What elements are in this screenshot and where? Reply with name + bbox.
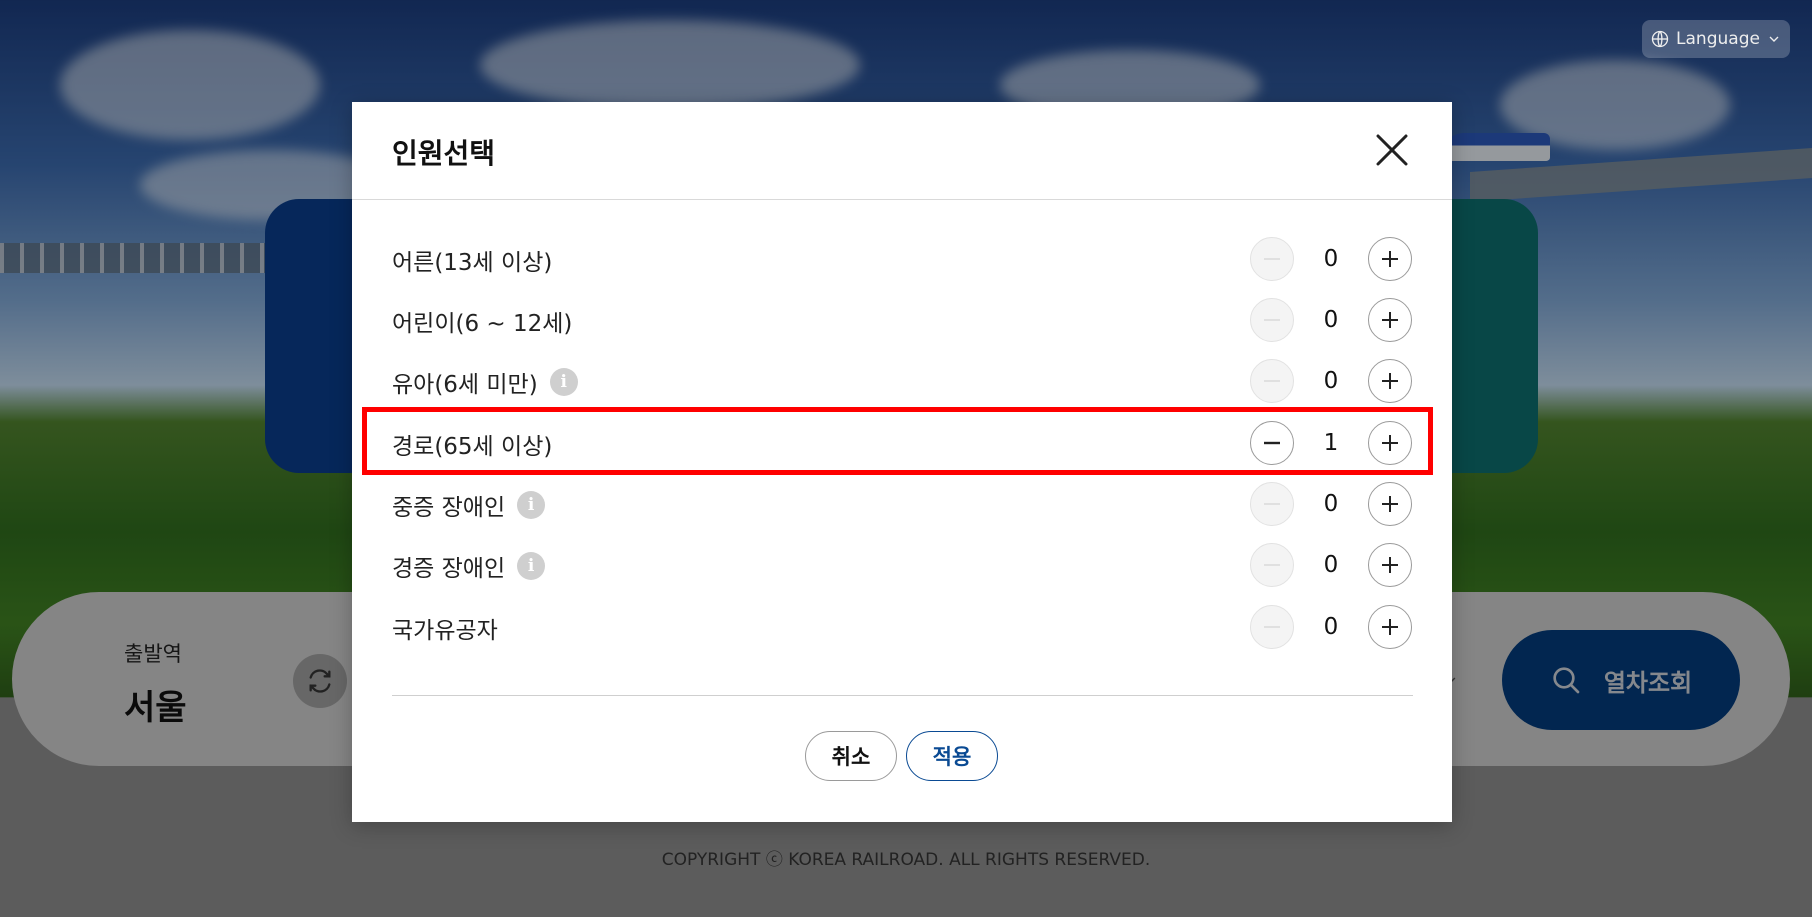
- passenger-type-label: 어린이(6 ~ 12세): [392, 311, 573, 337]
- passenger-count: 0: [1323, 491, 1339, 517]
- quantity-stepper: 0: [1250, 482, 1412, 526]
- increment-button[interactable]: [1368, 298, 1412, 342]
- passenger-count: 0: [1323, 552, 1339, 578]
- passenger-type-label: 국가유공자: [392, 618, 498, 644]
- passenger-type-label: 중증 장애인: [392, 495, 506, 521]
- cancel-button[interactable]: 취소: [805, 731, 897, 781]
- plus-icon: [1382, 312, 1398, 328]
- info-icon[interactable]: i: [549, 368, 578, 396]
- modal-header: 인원선택: [352, 102, 1452, 200]
- passenger-row-national-merit: 국가유공자 0: [392, 603, 1412, 653]
- divider: [392, 695, 1413, 696]
- language-selector[interactable]: Language: [1642, 20, 1790, 58]
- info-icon[interactable]: i: [517, 552, 546, 580]
- row-label: 경증 장애인 i: [392, 549, 546, 583]
- passenger-count: 0: [1323, 368, 1339, 394]
- modal-title: 인원선택: [392, 137, 496, 170]
- decrement-button[interactable]: [1250, 359, 1294, 403]
- minus-icon: [1264, 380, 1280, 382]
- passenger-count: 0: [1323, 614, 1339, 640]
- plus-icon: [1382, 619, 1398, 635]
- decrement-button[interactable]: [1250, 237, 1294, 281]
- minus-icon: [1264, 258, 1280, 260]
- chevron-down-icon: [1769, 36, 1779, 42]
- passenger-row-mild-disability: 경증 장애인 i 0: [392, 541, 1412, 591]
- minus-icon: [1264, 503, 1280, 505]
- passenger-selection-modal: 인원선택 어른(13세 이상) 0 어린이(6 ~ 12세) 0 유아(6세 미…: [352, 102, 1452, 822]
- passenger-row-child: 어린이(6 ~ 12세) 0: [392, 296, 1412, 346]
- row-label: 국가유공자: [392, 611, 498, 645]
- passenger-row-severe-disability: 중증 장애인 i 0: [392, 480, 1412, 530]
- increment-button[interactable]: [1368, 482, 1412, 526]
- quantity-stepper: 0: [1250, 237, 1412, 281]
- increment-button[interactable]: [1368, 237, 1412, 281]
- highlight-box: [362, 407, 1433, 475]
- quantity-stepper: 0: [1250, 605, 1412, 649]
- passenger-row-infant: 유아(6세 미만) i 0: [392, 357, 1412, 407]
- minus-icon: [1264, 319, 1280, 321]
- row-label: 유아(6세 미만) i: [392, 365, 578, 399]
- minus-icon: [1264, 564, 1280, 566]
- minus-icon: [1264, 626, 1280, 628]
- close-button[interactable]: [1370, 128, 1414, 172]
- globe-icon: [1651, 30, 1669, 48]
- row-label: 어른(13세 이상): [392, 243, 552, 277]
- plus-icon: [1382, 373, 1398, 389]
- quantity-stepper: 0: [1250, 298, 1412, 342]
- passenger-type-label: 유아(6세 미만): [392, 372, 538, 398]
- decrement-button[interactable]: [1250, 482, 1294, 526]
- increment-button[interactable]: [1368, 605, 1412, 649]
- passenger-row-adult: 어른(13세 이상) 0: [392, 235, 1412, 285]
- quantity-stepper: 0: [1250, 543, 1412, 587]
- row-label: 어린이(6 ~ 12세): [392, 304, 572, 338]
- passenger-count: 0: [1323, 307, 1339, 333]
- language-label: Language: [1676, 29, 1760, 49]
- decrement-button[interactable]: [1250, 543, 1294, 587]
- decrement-button[interactable]: [1250, 605, 1294, 649]
- plus-icon: [1382, 496, 1398, 512]
- quantity-stepper: 0: [1250, 359, 1412, 403]
- close-icon: [1376, 134, 1408, 166]
- plus-icon: [1382, 557, 1398, 573]
- decrement-button[interactable]: [1250, 298, 1294, 342]
- increment-button[interactable]: [1368, 359, 1412, 403]
- passenger-type-label: 경증 장애인: [392, 556, 506, 582]
- passenger-type-label: 어른(13세 이상): [392, 250, 553, 276]
- passenger-count: 0: [1323, 246, 1339, 272]
- plus-icon: [1382, 251, 1398, 267]
- info-icon[interactable]: i: [517, 491, 546, 519]
- apply-button[interactable]: 적용: [906, 731, 998, 781]
- row-label: 중증 장애인 i: [392, 488, 546, 522]
- increment-button[interactable]: [1368, 543, 1412, 587]
